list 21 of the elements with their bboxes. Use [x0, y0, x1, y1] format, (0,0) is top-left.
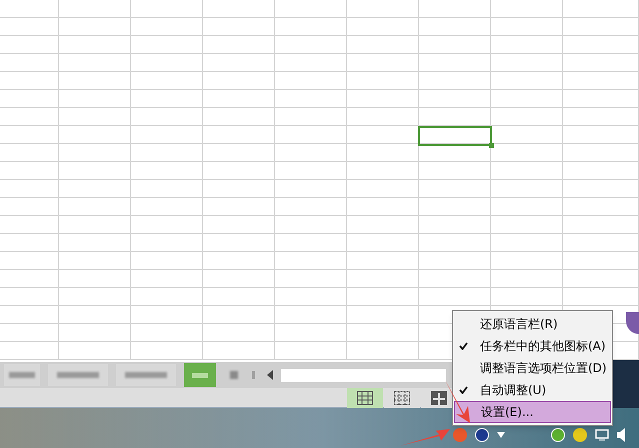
checkmark-icon	[459, 342, 468, 350]
menu-item[interactable]: 设置(E)...	[454, 401, 611, 423]
monitor-icon[interactable]	[595, 429, 609, 441]
checkmark-icon	[459, 386, 468, 394]
menu-item[interactable]: 还原语言栏(R)	[454, 313, 611, 335]
page-layout-view-icon	[431, 390, 447, 404]
page-break-view-icon	[394, 390, 410, 404]
sheet-tab[interactable]	[4, 364, 40, 386]
view-button[interactable]	[347, 388, 383, 408]
menu-item[interactable]: 任务栏中的其他图标(A)	[454, 335, 611, 357]
sheet-tab[interactable]	[116, 364, 176, 386]
sheet-tab[interactable]	[48, 364, 108, 386]
menu-item[interactable]: 调整语言选项栏位置(D)	[454, 357, 611, 379]
speaker-icon[interactable]	[617, 428, 627, 442]
wallpaper-art	[613, 360, 639, 408]
horizontal-scrollbar[interactable]	[281, 368, 446, 382]
selected-cell[interactable]	[418, 126, 492, 146]
normal-view-icon	[357, 390, 373, 404]
caret-icon[interactable]	[497, 432, 505, 438]
scroll-left-icon[interactable]	[267, 370, 273, 380]
menu-item[interactable]: 自动调整(U)	[454, 379, 611, 401]
